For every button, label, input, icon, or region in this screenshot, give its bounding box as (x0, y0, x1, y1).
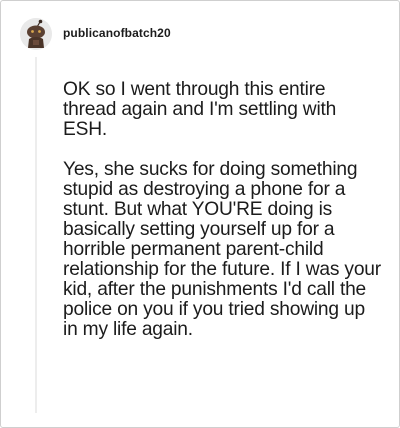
thread-collapse-line[interactable] (35, 57, 37, 413)
comment-paragraph: OK so I went through this entire thread … (63, 79, 337, 140)
comment-card: publicanofbatch20 OK so I went through t… (0, 0, 400, 428)
comment-body: OK so I went through this entire thread … (63, 80, 381, 340)
comment-author-username[interactable]: publicanofbatch20 (63, 26, 171, 40)
comment-paragraph: Yes, she sucks for doing something stupi… (63, 159, 381, 340)
reddit-snoo-avatar-icon[interactable] (20, 18, 52, 50)
